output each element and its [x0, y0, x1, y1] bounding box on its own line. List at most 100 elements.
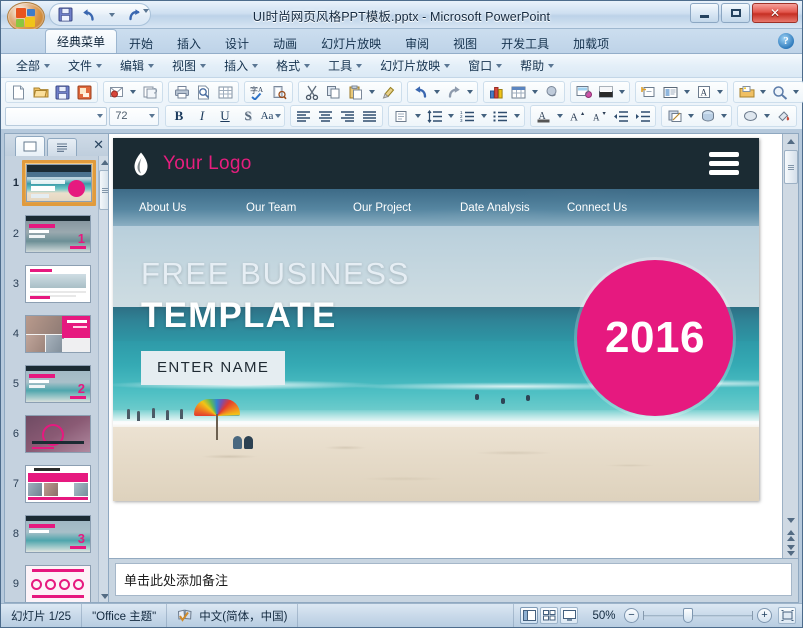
list-item[interactable]: 6: [5, 412, 96, 456]
font-color-dropdown-icon[interactable]: [555, 107, 565, 126]
numbered-list-icon[interactable]: 123: [457, 107, 478, 126]
nav-item-connect-us[interactable]: Connect Us: [567, 202, 674, 214]
zoom-dropdown-icon[interactable]: [791, 83, 801, 102]
zoom-slider[interactable]: [643, 608, 753, 623]
print-preview-icon[interactable]: [193, 83, 214, 102]
increase-indent-icon[interactable]: [632, 107, 653, 126]
insert-picture-icon[interactable]: [736, 83, 757, 102]
thumbnail-scrollbar[interactable]: [98, 156, 108, 602]
notes-placeholder[interactable]: 单击此处添加备注: [115, 563, 792, 596]
paste-dropdown-icon[interactable]: [367, 83, 377, 102]
email-dropdown-icon[interactable]: [128, 83, 138, 102]
line-spacing-dropdown-icon[interactable]: [446, 107, 456, 126]
slides-tab[interactable]: [15, 136, 45, 156]
redo-icon[interactable]: [443, 83, 464, 102]
zoom-slider-handle[interactable]: [683, 608, 693, 623]
menu-item-view[interactable]: 视图: [163, 55, 215, 76]
shape-fill-dropdown-icon[interactable]: [762, 107, 772, 126]
close-button[interactable]: ✕: [752, 3, 798, 23]
year-badge[interactable]: 2016: [577, 260, 733, 416]
fill-color-icon[interactable]: [773, 107, 794, 126]
research-icon[interactable]: [269, 83, 290, 102]
cut-icon[interactable]: [301, 83, 322, 102]
menu-item-format[interactable]: 格式: [267, 55, 319, 76]
tab-insert[interactable]: 插入: [165, 32, 213, 53]
menu-item-window[interactable]: 窗口: [459, 55, 511, 76]
menu-item-all[interactable]: 全部: [7, 55, 59, 76]
nav-item-our-project[interactable]: Our Project: [353, 202, 460, 214]
menu-item-help[interactable]: 帮助: [511, 55, 563, 76]
slideshow-view-button[interactable]: [560, 607, 578, 624]
scroll-up-icon[interactable]: [784, 134, 798, 149]
language-indicator[interactable]: 中文(简体，中国): [167, 604, 299, 627]
slide-layout-icon[interactable]: [595, 83, 616, 102]
redo-dropdown-icon[interactable]: [465, 83, 475, 102]
menu-item-file[interactable]: 文件: [59, 55, 111, 76]
normal-view-button[interactable]: [520, 607, 538, 624]
text-direction-dropdown-icon[interactable]: [413, 107, 423, 126]
list-item[interactable]: 7: [5, 462, 96, 506]
menu-item-slideshow[interactable]: 幻灯片放映: [371, 55, 459, 76]
tab-design[interactable]: 设计: [213, 32, 261, 53]
spell-check-icon[interactable]: 字A: [247, 83, 268, 102]
list-item[interactable]: 5 2: [5, 362, 96, 406]
slide-sorter-view-button[interactable]: [540, 607, 558, 624]
change-case-button[interactable]: Aa: [260, 107, 282, 126]
shape-fill-icon[interactable]: [740, 107, 761, 126]
tab-view[interactable]: 视图: [441, 32, 489, 53]
save-icon[interactable]: [52, 83, 73, 102]
tab-home[interactable]: 开始: [117, 32, 165, 53]
list-item[interactable]: 4: [5, 312, 96, 356]
tab-slideshow[interactable]: 幻灯片放映: [309, 32, 393, 53]
tab-developer[interactable]: 开发工具: [489, 32, 561, 53]
italic-button[interactable]: I: [191, 107, 213, 126]
nav-item-our-team[interactable]: Our Team: [246, 202, 353, 214]
tab-classic-menu[interactable]: 经典菜单: [45, 29, 118, 53]
slide-design-icon[interactable]: [573, 83, 594, 102]
bold-button[interactable]: B: [168, 107, 190, 126]
table-icon[interactable]: [215, 83, 236, 102]
slide-layout-dropdown-icon[interactable]: [617, 83, 627, 102]
next-slide-icon[interactable]: [784, 543, 798, 558]
shape-3d-icon[interactable]: [697, 107, 718, 126]
zoom-out-button[interactable]: −: [624, 608, 639, 623]
list-item[interactable]: 3: [5, 262, 96, 306]
list-item[interactable]: 1: [5, 160, 96, 206]
help-icon[interactable]: ?: [778, 33, 794, 49]
new-document-icon[interactable]: [8, 83, 29, 102]
animation-dropdown-icon[interactable]: [686, 107, 696, 126]
slide-thumbnail[interactable]: [25, 265, 91, 303]
text-box-dropdown-icon[interactable]: [682, 83, 692, 102]
copy-icon[interactable]: [323, 83, 344, 102]
new-slide-icon[interactable]: [638, 83, 659, 102]
slide-thumbnail[interactable]: [25, 565, 91, 602]
insert-table-dropdown-icon[interactable]: [530, 83, 540, 102]
close-panel-icon[interactable]: ✕: [93, 137, 104, 153]
decrease-font-size-icon[interactable]: A: [588, 107, 609, 126]
paste-icon[interactable]: [345, 83, 366, 102]
nav-item-about-us[interactable]: About Us: [139, 202, 246, 214]
animation-scheme-icon[interactable]: [664, 107, 685, 126]
current-slide[interactable]: Your Logo About Us Our Team Our Project …: [113, 138, 759, 501]
email-icon[interactable]: [106, 83, 127, 102]
theme-name[interactable]: "Office 主题": [82, 604, 168, 627]
undo-icon[interactable]: [410, 83, 431, 102]
hyperlink-icon[interactable]: [541, 83, 562, 102]
list-item[interactable]: 8 3: [5, 512, 96, 556]
hero-text-block[interactable]: FREE BUSINESS TEMPLATE ENTER NAME: [141, 256, 410, 385]
nav-item-date-analysis[interactable]: Date Analysis: [460, 202, 567, 214]
align-left-icon[interactable]: [293, 107, 314, 126]
text-direction-icon[interactable]: [391, 107, 412, 126]
menu-item-insert[interactable]: 插入: [215, 55, 267, 76]
fit-slide-to-window-button[interactable]: [778, 607, 796, 624]
slide-thumbnail-list[interactable]: 1 2 1 3 4 5 2 6 7 8 3 9: [5, 156, 108, 602]
format-painter-icon[interactable]: [378, 83, 399, 102]
tab-review[interactable]: 审阅: [393, 32, 441, 53]
minimize-button[interactable]: [690, 3, 719, 23]
line-spacing-icon[interactable]: [424, 107, 445, 126]
scrollbar-thumb[interactable]: [783, 150, 798, 184]
maximize-button[interactable]: [721, 3, 750, 23]
enter-name-button[interactable]: ENTER NAME: [141, 350, 286, 385]
list-item[interactable]: 9: [5, 562, 96, 602]
slide-thumbnail[interactable]: 1: [25, 215, 91, 253]
